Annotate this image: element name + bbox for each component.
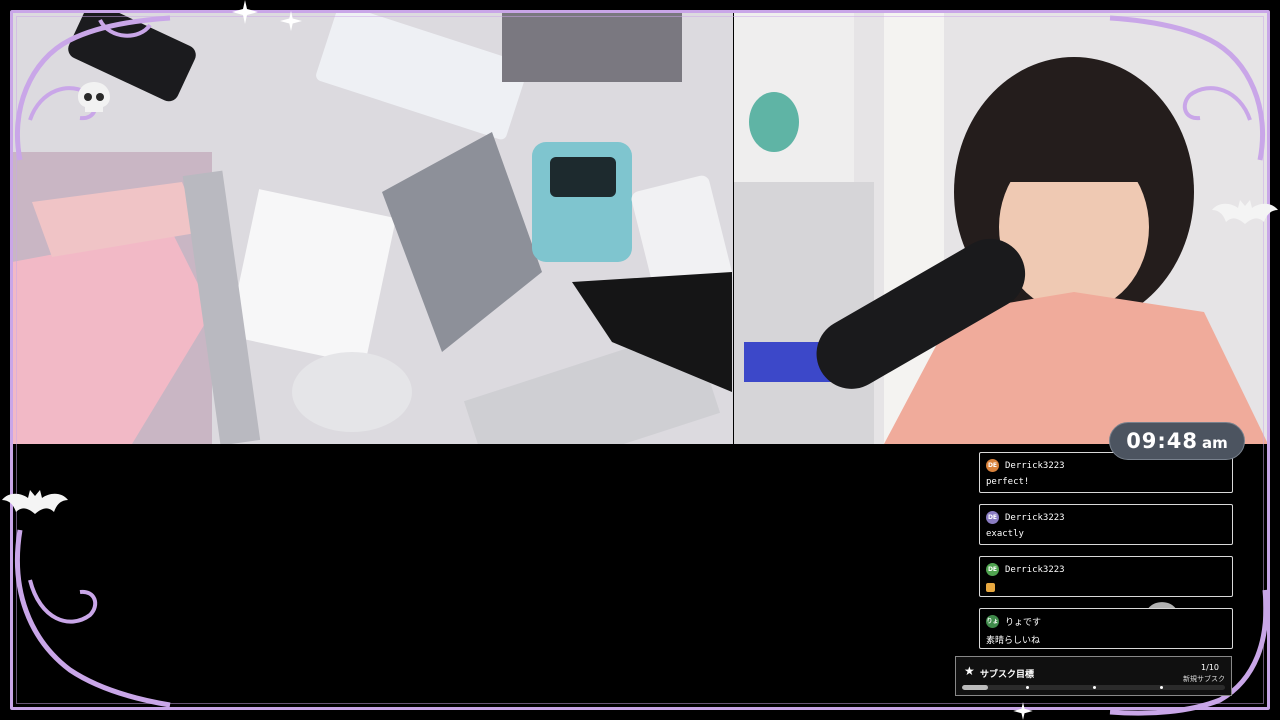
chat-overlay: DE Derrick3223 perfect! DE Derrick3223 e… xyxy=(979,452,1233,660)
clock-ampm: am xyxy=(1202,434,1228,452)
chat-text: 素晴らしいね xyxy=(986,636,1041,646)
desk-camera-feed xyxy=(12,12,733,444)
clock-time: 09:48 xyxy=(1126,429,1199,453)
progress-tick xyxy=(1093,686,1096,689)
sub-goal-count: 1/10 xyxy=(1201,663,1219,672)
avatar: DE xyxy=(986,459,999,472)
chat-message: DE Derrick3223 exactly xyxy=(979,504,1233,545)
streamer-scene xyxy=(734,12,1268,444)
swirl-ornament-icon xyxy=(14,529,171,708)
streamer-camera-feed xyxy=(734,12,1268,444)
chat-username: Derrick3223 xyxy=(1005,512,1065,523)
emote-icon xyxy=(986,583,995,592)
clock-widget: 09:48 am xyxy=(1109,422,1245,460)
sub-goal-widget: ★ サブスク目標 1/10 新規サブスク xyxy=(955,656,1232,696)
bat-icon xyxy=(2,490,68,514)
avatar: DE xyxy=(986,563,999,576)
desk-scene xyxy=(12,12,733,444)
star-icon: ★ xyxy=(964,664,975,678)
avatar: りょ xyxy=(986,615,999,628)
progress-tick xyxy=(1160,686,1163,689)
chat-message: DE Derrick3223 xyxy=(979,556,1233,597)
sub-goal-title: サブスク目標 xyxy=(980,670,1035,680)
progress-tick xyxy=(1026,686,1029,689)
avatar: DE xyxy=(986,511,999,524)
sub-goal-progress-fill xyxy=(962,685,989,690)
sparkle-icon xyxy=(1013,702,1033,720)
chat-username: りょです xyxy=(1005,618,1042,628)
sub-goal-subtitle: 新規サブスク xyxy=(1183,675,1225,683)
chat-username: Derrick3223 xyxy=(1005,564,1065,575)
chat-text: perfect! xyxy=(986,477,1030,487)
chat-text: exactly xyxy=(986,529,1024,539)
chat-username: Derrick3223 xyxy=(1005,460,1065,471)
chat-message: りょ りょです 素晴らしいね xyxy=(979,608,1233,649)
